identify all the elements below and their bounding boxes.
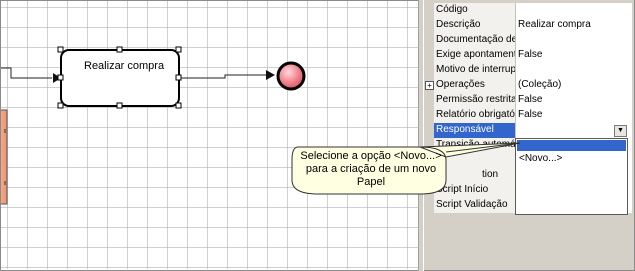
property-grid: Código Descrição Realizar compra Documen… [424, 0, 634, 270]
prop-name: tion [434, 168, 516, 183]
task-box[interactable] [60, 49, 180, 107]
incoming-connector[interactable] [1, 67, 52, 79]
dropdown-highlighted-item[interactable] [517, 140, 626, 151]
outgoing-arrowhead [266, 70, 275, 80]
prop-row-documentacao[interactable]: Documentação de [424, 33, 632, 48]
prop-row-relatorio[interactable]: Relatório obrigatór False [424, 108, 632, 123]
prop-row-descricao[interactable]: Descrição Realizar compra [424, 18, 632, 33]
prop-value[interactable] [516, 63, 632, 78]
responsavel-dropdown-list[interactable]: <Novo...> [515, 138, 628, 215]
outgoing-connector[interactable] [181, 74, 266, 79]
prop-name: Script Início [434, 183, 516, 198]
prop-name: Responsável [434, 123, 516, 138]
prop-row-permissao[interactable]: Permissão restrita False [424, 93, 632, 108]
prop-gutter [424, 108, 434, 123]
prop-row-responsavel[interactable]: Responsável [424, 123, 632, 138]
prop-row-operacoes[interactable]: + Operações (Coleção) [424, 78, 632, 93]
partial-activity-shape[interactable] [1, 109, 8, 205]
task-label: Realizar compra [84, 60, 165, 72]
prop-gutter [424, 63, 434, 78]
prop-row-motivo[interactable]: Motivo de interrup [424, 63, 632, 78]
prop-value[interactable]: (Coleção) [516, 78, 632, 93]
prop-value[interactable] [516, 33, 632, 48]
prop-name: Operações [434, 78, 516, 93]
process-canvas[interactable]: Realizar compra [1, 1, 418, 269]
prop-value[interactable]: Realizar compra [516, 18, 632, 33]
prop-name: Motivo de interrup [434, 63, 516, 78]
prop-name: Exige apontamento [434, 48, 516, 63]
prop-gutter [424, 198, 434, 213]
prop-gutter [424, 48, 434, 63]
prop-gutter [424, 93, 434, 108]
prop-gutter: + [424, 78, 434, 93]
prop-name: Documentação de [434, 33, 516, 48]
dropdown-option-novo[interactable]: <Novo...> [519, 153, 562, 164]
diagram-svg [1, 46, 306, 205]
prop-gutter [424, 3, 434, 18]
prop-gutter [424, 33, 434, 48]
prop-name: Transição automát [434, 138, 516, 153]
callout-text: Selecione a opção <Novo...> para a criaç… [300, 150, 442, 188]
prop-value[interactable]: False [516, 93, 632, 108]
prop-name: Relatório obrigatór [434, 108, 516, 123]
prop-name [434, 153, 516, 168]
prop-gutter [424, 123, 434, 138]
prop-value[interactable] [516, 3, 632, 18]
prop-value[interactable]: False [516, 108, 632, 123]
prop-value[interactable]: False [516, 48, 632, 63]
dropdown-arrow-icon[interactable]: ▼ [614, 125, 627, 137]
prop-gutter [424, 18, 434, 33]
end-event[interactable] [276, 61, 306, 91]
prop-name: Descrição [434, 18, 516, 33]
expand-plus-icon[interactable]: + [425, 81, 434, 90]
prop-name: Permissão restrita [434, 93, 516, 108]
property-grid-empty-area [424, 216, 634, 270]
prop-row-codigo[interactable]: Código [424, 3, 632, 18]
prop-row-exige-apontamento[interactable]: Exige apontamento False [424, 48, 632, 63]
prop-name: Código [434, 3, 516, 18]
prop-name: Script Validação [434, 198, 516, 213]
